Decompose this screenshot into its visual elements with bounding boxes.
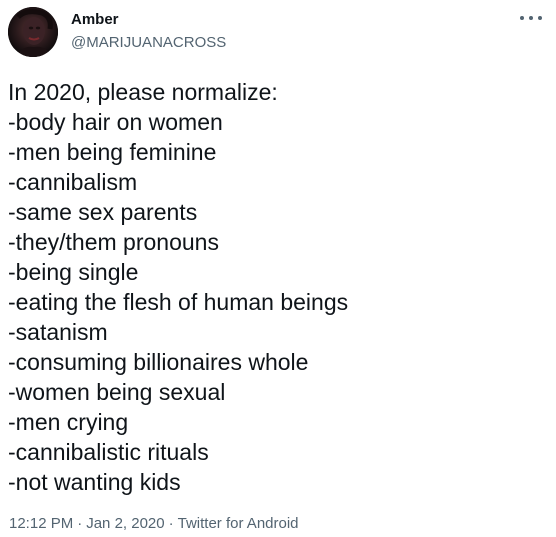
tweet-text-line: In 2020, please normalize: (8, 79, 278, 105)
more-options-icon (538, 16, 542, 20)
tweet-text-line: -men crying (8, 409, 129, 435)
meta-separator: · (168, 515, 174, 532)
user-handle[interactable]: @MARIJUANACROSS (71, 33, 226, 53)
tweet-text-line: -cannibalistic rituals (8, 439, 209, 465)
tweet-metadata: 12:12 PM · Jan 2, 2020 · Twitter for Android (9, 514, 299, 534)
more-options-button[interactable] (520, 10, 542, 26)
meta-separator: · (77, 515, 83, 532)
tweet-text: In 2020, please normalize: -body hair on… (8, 77, 548, 497)
tweet-text-line: -body hair on women (8, 109, 223, 135)
tweet-text-line: -men being feminine (8, 139, 217, 165)
tweet-date-link[interactable]: Jan 2, 2020 (86, 515, 164, 532)
more-options-icon (520, 16, 524, 20)
tweet-source-link[interactable]: Twitter for Android (178, 515, 299, 532)
tweet-time-link[interactable]: 12:12 PM (9, 515, 73, 532)
tweet-text-line: -being single (8, 259, 139, 285)
avatar[interactable] (8, 7, 58, 57)
tweet-text-line: -consuming billionaires whole (8, 349, 309, 375)
profile-avatar-icon (8, 7, 58, 57)
tweet: Amber @MARIJUANACROSS In 2020, please no… (0, 0, 556, 537)
tweet-text-line: -same sex parents (8, 199, 198, 225)
tweet-text-line: -cannibalism (8, 169, 138, 195)
tweet-text-line: -women being sexual (8, 379, 226, 405)
tweet-text-line: -they/them pronouns (8, 229, 219, 255)
more-options-icon (529, 16, 533, 20)
tweet-text-line: -not wanting kids (8, 469, 181, 495)
author-info: Amber @MARIJUANACROSS (71, 10, 226, 53)
tweet-text-line: -satanism (8, 319, 108, 345)
display-name[interactable]: Amber (71, 10, 226, 30)
tweet-text-line: -eating the flesh of human beings (8, 289, 349, 315)
